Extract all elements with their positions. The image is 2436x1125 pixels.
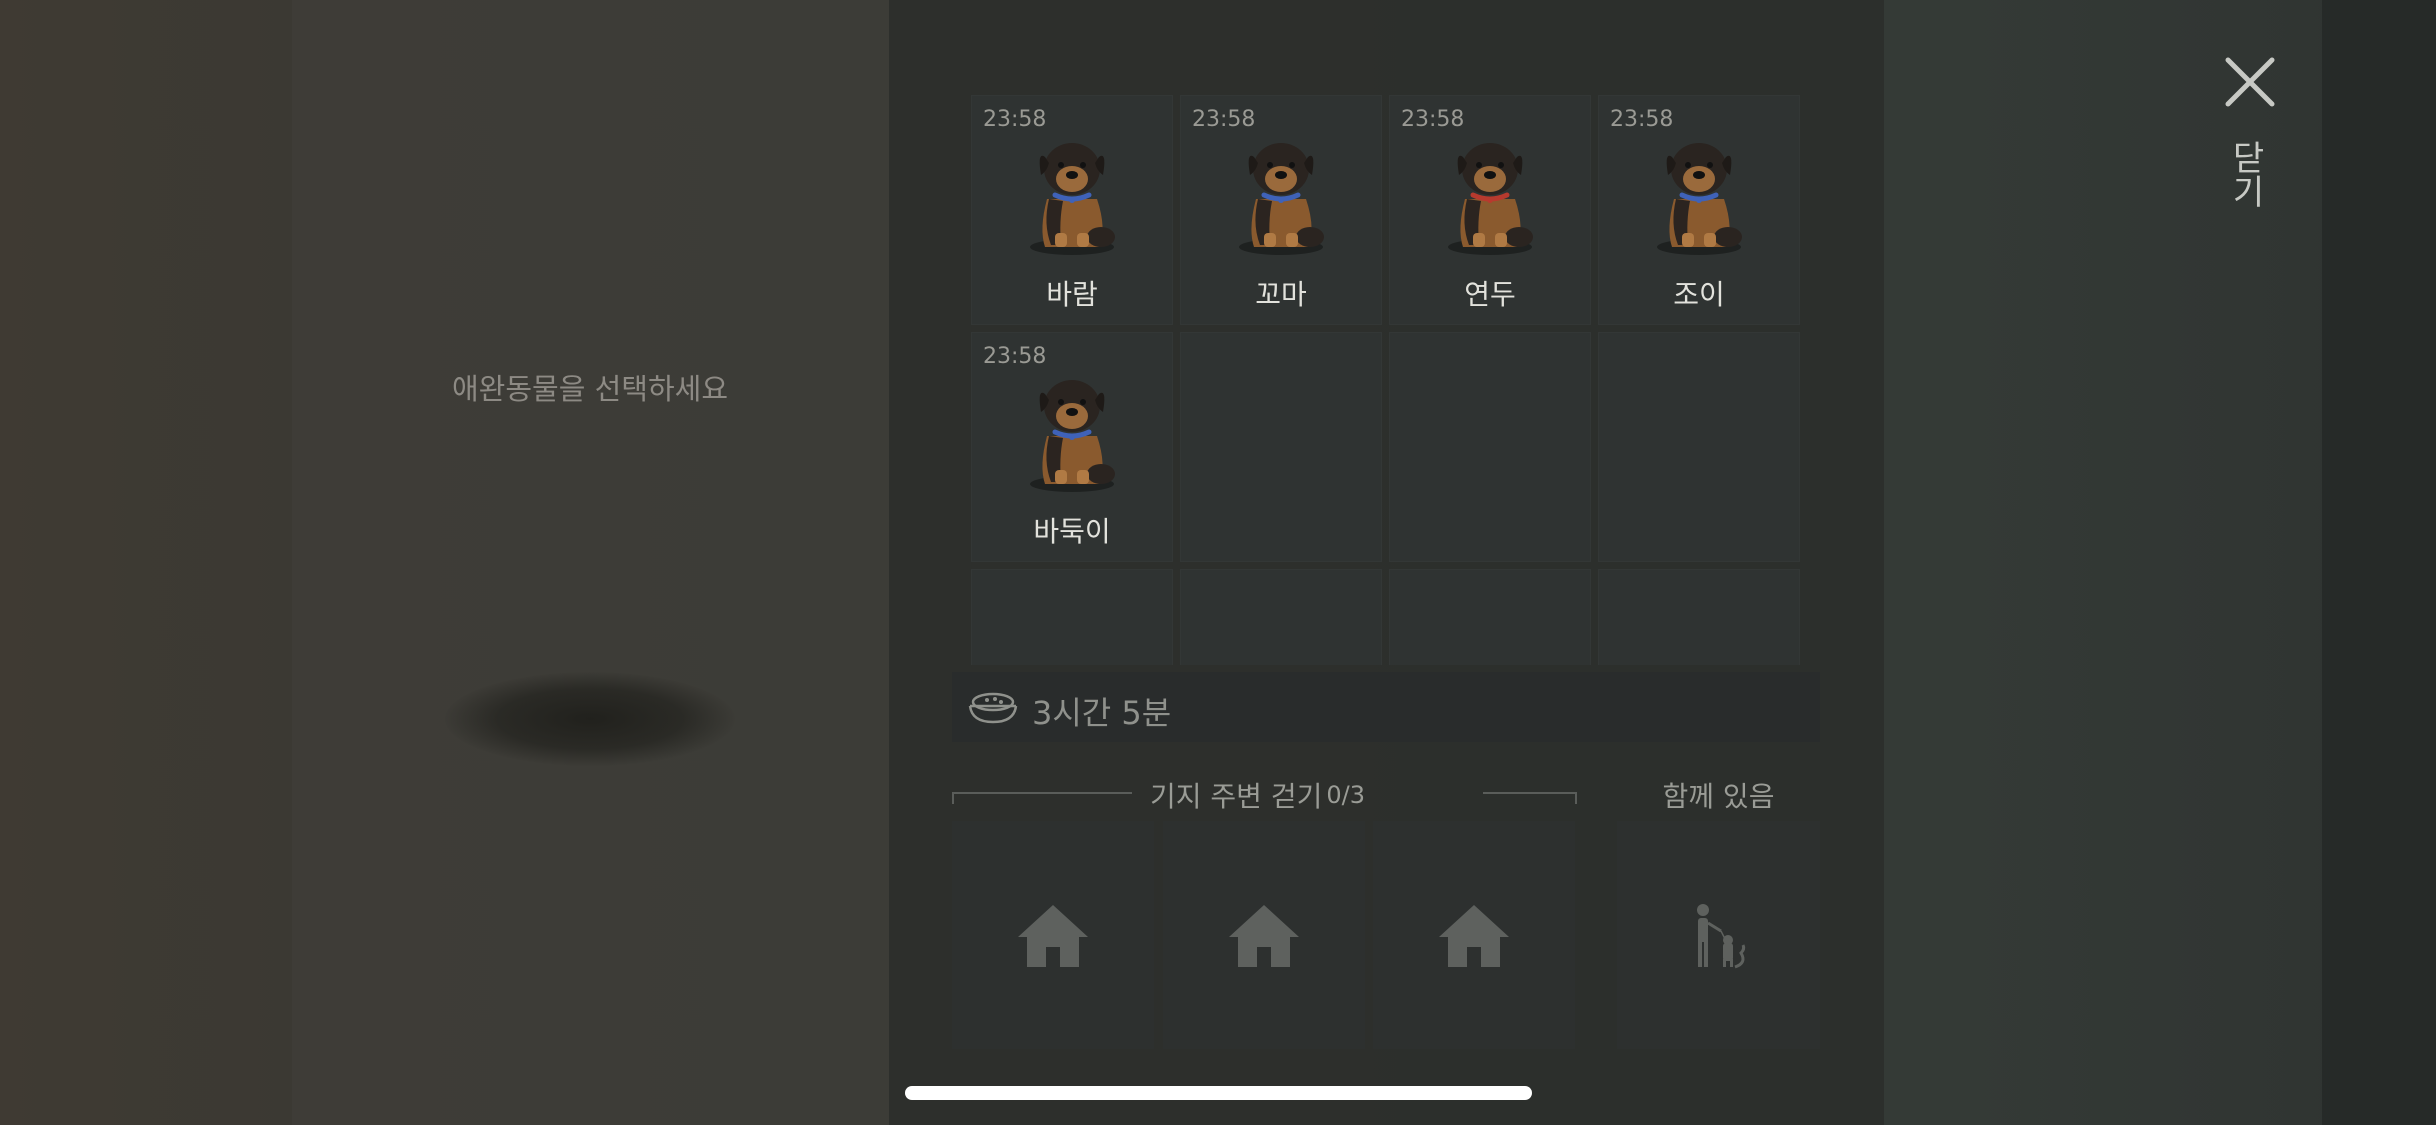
puppy-icon [1448,143,1533,255]
food-bowl-icon [968,692,1018,724]
walk-label: 기지 주변 걷기 [1150,780,1323,813]
together-slot[interactable] [1617,821,1820,1049]
pet-slot-3[interactable]: 23:58 연두 [1389,95,1591,325]
walk-section-divider [1483,792,1577,794]
pet-slot-2[interactable]: 23:58 꼬마 [1180,95,1382,325]
pet-slot-5[interactable]: 23:58 바둑이 [971,332,1173,562]
together-section-title: 함께 있음 [1662,780,1775,813]
person-with-pets-icon [1697,904,1746,969]
puppy-icon [1657,143,1742,255]
close-label[interactable]: 닫기 [2225,140,2270,208]
pet-name: 꼬마 [1255,278,1307,311]
empty-pet-slot [1389,569,1591,665]
walk-count: 0/3 [1326,781,1365,809]
empty-pet-slot [971,569,1173,665]
walk-slot-3[interactable] [1373,821,1575,1049]
walk-slot-1[interactable] [952,821,1154,1049]
edge-background [2322,0,2436,1125]
walk-section-divider [952,792,1132,794]
pet-slot-1[interactable]: 23:58 바람 [971,95,1173,325]
walk-section-divider [952,792,954,804]
empty-pet-slot [1180,569,1382,665]
empty-pet-slot [1598,569,1800,665]
food-time-remaining: 3시간 5분 [1032,694,1172,732]
pet-name: 조이 [1673,278,1725,311]
pet-name: 바람 [1046,278,1098,311]
puppy-icon [1030,143,1115,255]
puppy-icon [1030,380,1115,492]
left-panel-background [292,0,889,1125]
food-status-bar: 3시간 5분 [952,672,1820,742]
walk-section-divider [1575,792,1577,804]
home-indicator[interactable] [905,1086,1532,1100]
puppy-icon [1239,143,1324,255]
pet-grid: 23:58 바람 23:58 꼬마 23:58 연두 23:58 조이 23:5… [971,95,1803,665]
empty-pet-slot [1389,332,1591,562]
select-pet-prompt: 애완동물을 선택하세요 [451,372,729,406]
house-icon [1439,905,1509,967]
close-icon[interactable] [2220,52,2280,112]
house-icon [1229,905,1299,967]
house-icon [1018,905,1088,967]
pet-name: 연두 [1464,278,1516,311]
empty-pet-slot [1598,332,1800,562]
empty-pet-slot [1180,332,1382,562]
pet-slot-4[interactable]: 23:58 조이 [1598,95,1800,325]
pet-preview-shadow [445,672,735,766]
pet-name: 바둑이 [1033,515,1111,548]
walk-slot-2[interactable] [1163,821,1365,1049]
walk-section-title: 기지 주변 걷기 0/3 [1150,775,1450,815]
